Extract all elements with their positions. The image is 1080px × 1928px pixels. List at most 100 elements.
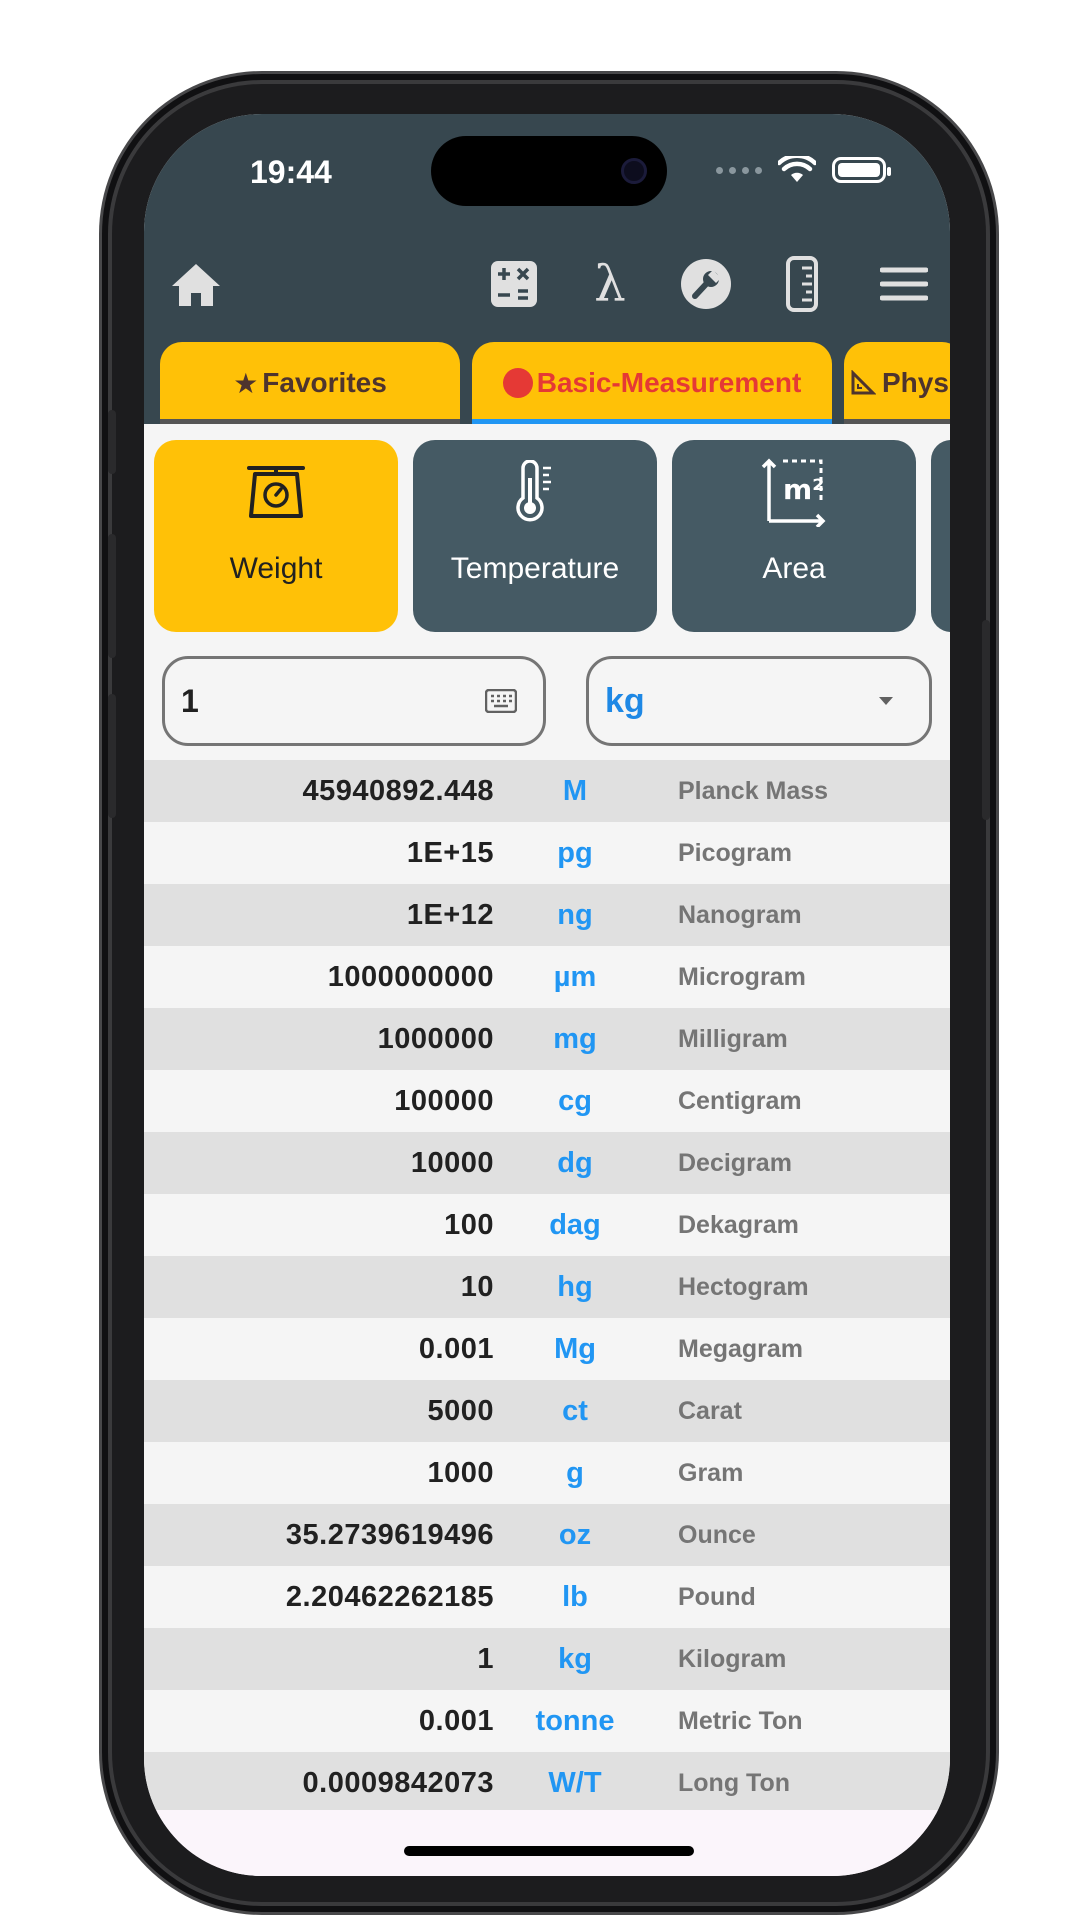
result-row[interactable]: 0.001 tonne Metric Ton — [144, 1690, 950, 1752]
result-row[interactable]: 1000000000 µm Microgram — [144, 946, 950, 1008]
result-row[interactable]: 10000 dg Decigram — [144, 1132, 950, 1194]
result-row[interactable]: 100 dag Dekagram — [144, 1194, 950, 1256]
result-row[interactable]: 0.001 Mg Megagram — [144, 1318, 950, 1380]
status-dot-icon — [502, 368, 533, 398]
result-row[interactable]: 10 hg Hectogram — [144, 1256, 950, 1318]
app-screen: 19:44 λ ★ Favorites Basic-Measurement Ph… — [144, 114, 950, 1876]
result-unit-name: Hectogram — [678, 1273, 809, 1301]
value-input[interactable]: 1 — [162, 656, 546, 746]
result-value: 1000000 — [377, 1023, 494, 1055]
action-button — [108, 410, 116, 474]
result-unit-name: Centigram — [678, 1087, 802, 1115]
result-unit-name: Nanogram — [678, 901, 802, 929]
keyboard-icon[interactable] — [485, 689, 517, 713]
result-unit-name: Carat — [678, 1397, 742, 1425]
result-unit-name: Megagram — [678, 1335, 804, 1363]
result-unit-name: Milligram — [678, 1025, 788, 1053]
result-row[interactable]: 0.0009842073 W/T Long Ton — [144, 1752, 950, 1814]
battery-icon — [832, 157, 891, 183]
wrench-icon[interactable] — [676, 254, 736, 314]
category-label: Area — [762, 552, 826, 585]
result-row[interactable]: 1E+12 ng Nanogram — [144, 884, 950, 946]
result-row[interactable]: 2.20462262185 lb Pound — [144, 1566, 950, 1628]
tab-physics[interactable]: Phys — [844, 342, 950, 424]
result-unit-symbol: dg — [557, 1147, 593, 1179]
category-next-partial[interactable] — [931, 440, 950, 632]
home-icon[interactable] — [166, 254, 226, 314]
camera-icon — [621, 158, 647, 184]
category-temperature[interactable]: Temperature — [413, 440, 657, 632]
result-unit-symbol: cg — [558, 1085, 592, 1117]
result-value: 100 — [444, 1209, 494, 1241]
result-unit-symbol: oz — [558, 1519, 592, 1551]
volume-up-button — [108, 534, 116, 658]
calculator-icon[interactable] — [484, 254, 544, 314]
signal-icon — [716, 166, 762, 174]
result-row[interactable]: 1E+15 pg Picogram — [144, 822, 950, 884]
result-unit-symbol: ct — [562, 1395, 588, 1427]
result-row[interactable]: 1000000 mg Milligram — [144, 1008, 950, 1070]
svg-text:m²: m² — [783, 473, 824, 506]
power-button — [982, 620, 990, 820]
result-unit-symbol: g — [566, 1457, 584, 1489]
result-unit-symbol: pg — [557, 837, 593, 869]
menu-icon[interactable] — [874, 254, 934, 314]
area-icon: m² — [761, 452, 827, 532]
result-unit-name: Dekagram — [678, 1211, 799, 1239]
scale-icon — [245, 452, 307, 532]
result-value: 1E+15 — [406, 837, 494, 869]
result-unit-symbol: hg — [557, 1271, 593, 1303]
result-unit-symbol: lb — [562, 1581, 588, 1613]
result-value: 1000000000 — [327, 961, 494, 993]
result-unit-symbol: kg — [558, 1643, 592, 1675]
tab-favorites[interactable]: ★ Favorites — [160, 342, 460, 424]
result-row[interactable]: 1000 g Gram — [144, 1442, 950, 1504]
tab-label: Favorites — [262, 367, 387, 398]
result-unit-symbol: M — [562, 775, 588, 807]
value-input-text: 1 — [181, 682, 199, 719]
result-value: 1E+12 — [406, 899, 494, 931]
result-unit-symbol: dag — [549, 1209, 601, 1241]
result-value: 1 — [477, 1643, 494, 1675]
result-row[interactable]: 1 kg Kilogram — [144, 1628, 950, 1690]
result-value: 5000 — [427, 1395, 494, 1427]
result-value: 35.2739619496 — [285, 1519, 494, 1551]
result-unit-name: Pound — [678, 1583, 756, 1611]
result-value: 2.20462262185 — [285, 1581, 494, 1613]
result-row[interactable]: 35.2739619496 oz Ounce — [144, 1504, 950, 1566]
tab-basic-measurement[interactable]: Basic-Measurement — [472, 342, 832, 424]
result-unit-symbol: tonne — [535, 1705, 615, 1737]
result-unit-name: Decigram — [678, 1149, 792, 1177]
app-bar: 19:44 λ ★ Favorites Basic-Measurement Ph… — [144, 114, 950, 424]
status-indicators — [716, 156, 891, 184]
volume-down-button — [108, 694, 116, 818]
dynamic-island — [431, 136, 667, 206]
result-row[interactable]: 45940892.448 M Planck Mass — [144, 760, 950, 822]
tab-label: Phys — [882, 367, 949, 398]
result-value: 10 — [460, 1271, 494, 1303]
result-unit-name: Long Ton — [678, 1769, 790, 1797]
result-unit-symbol: µm — [553, 961, 597, 993]
unit-select[interactable]: kg — [586, 656, 932, 746]
unit-select-value: kg — [605, 681, 645, 720]
lambda-icon[interactable]: λ — [580, 254, 640, 314]
category-carousel: Weight Temperature m² Area — [144, 440, 950, 634]
thermometer-icon — [513, 452, 557, 532]
result-unit-symbol: Mg — [554, 1333, 596, 1365]
result-unit-name: Ounce — [678, 1521, 756, 1549]
bottom-safe-area — [144, 1810, 950, 1876]
status-time: 19:44 — [250, 154, 332, 190]
result-unit-symbol: mg — [553, 1023, 597, 1055]
ruler-icon[interactable] — [772, 254, 832, 314]
result-row[interactable]: 100000 cg Centigram — [144, 1070, 950, 1132]
result-value: 0.001 — [418, 1705, 494, 1737]
result-row[interactable]: 5000 ct Carat — [144, 1380, 950, 1442]
result-value: 0.001 — [418, 1333, 494, 1365]
category-area[interactable]: m² Area — [672, 440, 916, 632]
category-weight[interactable]: Weight — [154, 440, 398, 632]
home-indicator[interactable] — [404, 1846, 694, 1856]
result-unit-name: Picogram — [678, 839, 792, 867]
category-label: Weight — [229, 552, 323, 585]
category-label: Temperature — [450, 552, 620, 585]
result-value: 10000 — [410, 1147, 494, 1179]
